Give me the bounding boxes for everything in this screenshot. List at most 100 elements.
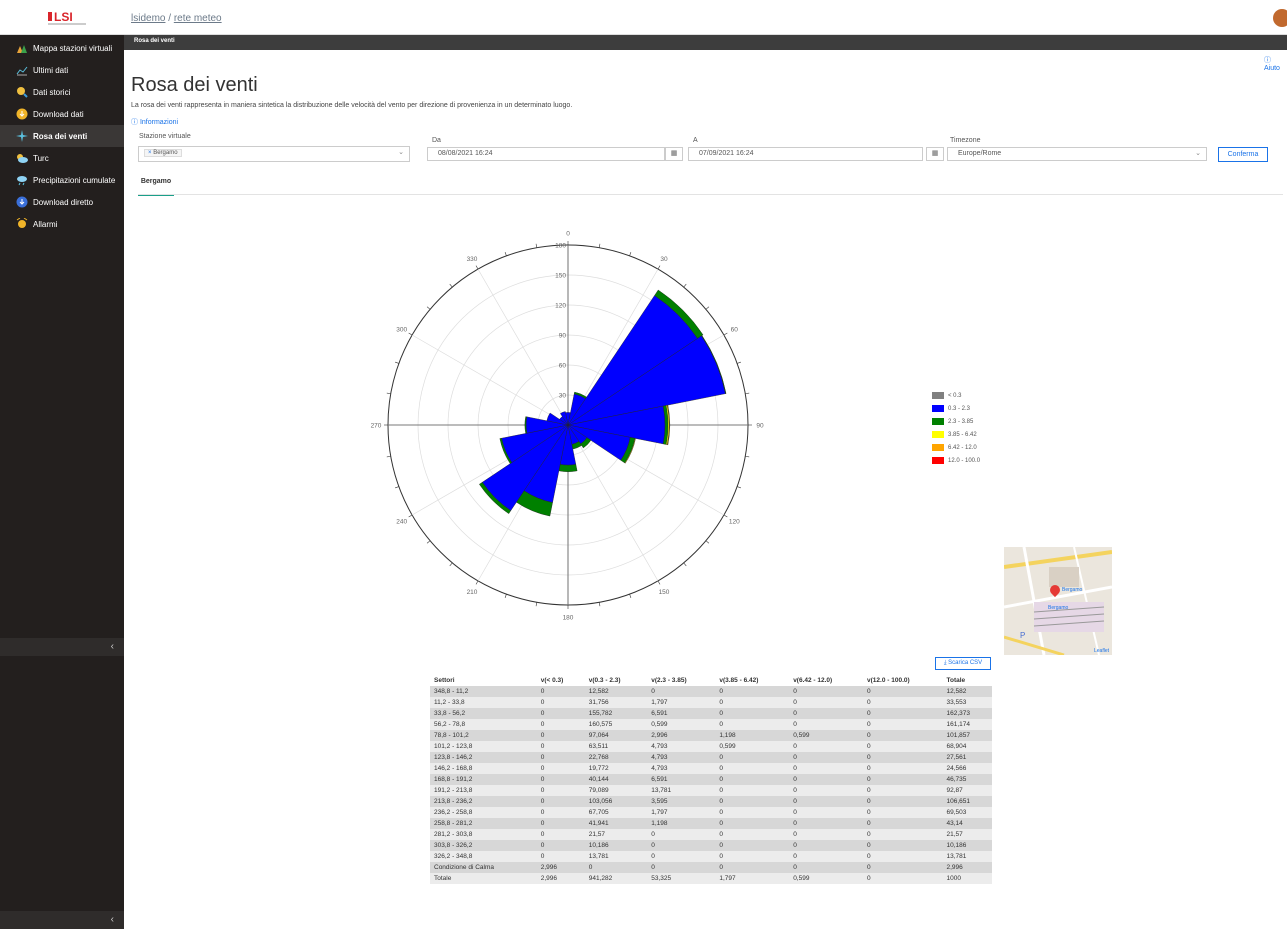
legend-label: 2.3 - 3.85: [948, 418, 974, 425]
map-place-label: Bergamo: [1048, 605, 1069, 611]
download-csv-button[interactable]: ⤓ Scarica CSV: [935, 657, 991, 670]
timezone-select[interactable]: Europe/Rome ⌄: [947, 147, 1207, 161]
help-link[interactable]: ⓘ Aiuto: [1264, 55, 1287, 72]
rose-tick-mark: [657, 265, 661, 270]
table-cell: 0,599: [647, 719, 716, 730]
sidebar-item-ultimi-dati[interactable]: Ultimi dati: [0, 59, 124, 81]
table-cell: 0: [789, 719, 864, 730]
rose-angle-label: 30: [660, 256, 668, 263]
table-cell: 1,797: [647, 807, 716, 818]
parking-label: P: [1020, 631, 1026, 640]
sidebar-item-rosa-dei-venti[interactable]: Rosa dei venti: [0, 125, 124, 147]
info-link-label: Informazioni: [139, 119, 179, 126]
page-description: La rosa dei venti rappresenta in maniera…: [131, 102, 573, 109]
sidebar-item-allarmi[interactable]: Allarmi: [0, 213, 124, 235]
legend-item[interactable]: 0.3 - 2.3: [932, 402, 980, 415]
from-calendar-button[interactable]: ▦: [665, 147, 683, 161]
legend-item[interactable]: 3.85 - 6.42: [932, 428, 980, 441]
to-label: A: [693, 137, 698, 144]
rose-angle-label: 270: [371, 423, 382, 430]
legend-swatch: [932, 405, 944, 412]
rose-tick-mark: [535, 602, 538, 607]
breadcrumb-org[interactable]: lsidemo: [131, 13, 165, 24]
rose-angle-label: 330: [467, 256, 478, 263]
user-avatar[interactable]: [1273, 9, 1287, 27]
rose-radial-label: 30: [559, 393, 567, 400]
table-cell: 0: [789, 829, 864, 840]
calendar-icon: ▦: [670, 150, 678, 157]
table-cell: 123,8 - 146,2: [430, 752, 537, 763]
table-row: 281,2 - 303,8 0 21,57 0 0 0 0 21,57: [430, 829, 992, 840]
sidebar-collapse-button-bottom[interactable]: ‹: [0, 911, 124, 929]
to-date-input[interactable]: 07/09/2021 16:24: [688, 147, 923, 161]
table-cell: 0: [789, 818, 864, 829]
sidebar-collapse-button[interactable]: ‹: [0, 638, 124, 656]
table-cell: 0: [715, 697, 790, 708]
sidebar-item-download-diretto[interactable]: Download diretto: [0, 191, 124, 213]
rose-tick-mark: [408, 514, 413, 518]
map-attribution[interactable]: Leaflet: [1094, 648, 1109, 654]
table-row: 348,8 - 11,2 0 12,582 0 0 0 0 12,582: [430, 686, 992, 697]
station-select[interactable]: × Bergamo ⌄: [138, 146, 410, 162]
remove-chip-icon[interactable]: ×: [148, 150, 152, 156]
legend-item[interactable]: 2.3 - 3.85: [932, 415, 980, 428]
to-date-value: 07/09/2021 16:24: [699, 150, 754, 157]
table-row: 78,8 - 101,2 0 97,064 2,996 1,198 0,599 0 101,8…: [430, 730, 992, 741]
table-cell: 56,2 - 78,8: [430, 719, 537, 730]
table-cell: 79,089: [584, 785, 648, 796]
table-cell: 0: [536, 708, 585, 719]
help-icon: ⓘ: [1264, 57, 1271, 64]
column-header: v(2.3 - 3.85): [651, 677, 687, 684]
table-cell: 303,8 - 326,2: [430, 840, 537, 851]
chevron-left-icon: ‹: [110, 641, 114, 652]
table-cell: 67,705: [584, 807, 648, 818]
from-date-input[interactable]: 08/08/2021 16:24: [427, 147, 665, 161]
rose-tick-mark: [737, 486, 742, 489]
breadcrumb-separator: /: [168, 13, 172, 24]
to-calendar-button[interactable]: ▦: [926, 147, 944, 161]
sidebar-item-precipitazioni[interactable]: Precipitazioni cumulate: [0, 169, 124, 191]
legend-item[interactable]: 12.0 - 100.0: [932, 454, 980, 467]
table-cell: 0: [863, 697, 943, 708]
cloud-sun-icon: [17, 154, 28, 163]
column-header: Totale: [946, 677, 966, 684]
table-cell: 0: [536, 686, 585, 697]
sidebar-item-turc[interactable]: Turc: [0, 147, 124, 169]
table-cell: 0: [536, 796, 585, 807]
legend-swatch: [932, 444, 944, 451]
station-map[interactable]: Bergamo Bergamo P Leaflet: [1004, 547, 1112, 655]
table-cell: 2,996: [942, 862, 992, 873]
table-cell: 1,198: [647, 818, 716, 829]
table-cell: 0: [536, 730, 585, 741]
breadcrumb-network[interactable]: rete meteo: [174, 13, 222, 24]
table-cell: 213,8 - 236,2: [430, 796, 537, 807]
table-row: 213,8 - 236,2 0 103,056 3,595 0 0 0 106,651: [430, 796, 992, 807]
table-cell: 0: [715, 708, 790, 719]
table-cell: 0: [863, 851, 943, 862]
rose-spoke: [411, 334, 569, 426]
table-cell: 0: [647, 851, 716, 862]
rose-radial-label: 90: [559, 333, 567, 340]
rose-tick-mark: [723, 514, 728, 518]
sidebar: Mappa stazioni virtuali Ultimi dati Dati…: [0, 35, 124, 929]
table-cell: 27,561: [942, 752, 992, 763]
sidebar-item-label: Download dati: [33, 109, 84, 119]
confirm-button[interactable]: Conferma: [1218, 147, 1268, 162]
table-cell: 0: [715, 785, 790, 796]
info-link[interactable]: ⓘ Informazioni: [131, 117, 178, 127]
chevron-down-icon: ⌄: [1195, 150, 1201, 157]
legend-item[interactable]: < 0.3: [932, 389, 980, 402]
table-cell: 0: [536, 818, 585, 829]
station-chip[interactable]: × Bergamo: [144, 149, 182, 157]
table-cell: 0: [715, 719, 790, 730]
chevron-left-icon: ‹: [110, 914, 114, 925]
sidebar-item-mappa-stazioni[interactable]: Mappa stazioni virtuali: [0, 37, 124, 59]
table-cell: 0: [863, 763, 943, 774]
table-cell: 97,064: [584, 730, 648, 741]
sidebar-item-dati-storici[interactable]: Dati storici: [0, 81, 124, 103]
table-cell: 0: [863, 774, 943, 785]
legend-item[interactable]: 6.42 - 12.0: [932, 441, 980, 454]
table-cell: 0: [584, 862, 648, 873]
sidebar-item-download-dati[interactable]: Download dati: [0, 103, 124, 125]
rose-spoke: [477, 268, 569, 426]
